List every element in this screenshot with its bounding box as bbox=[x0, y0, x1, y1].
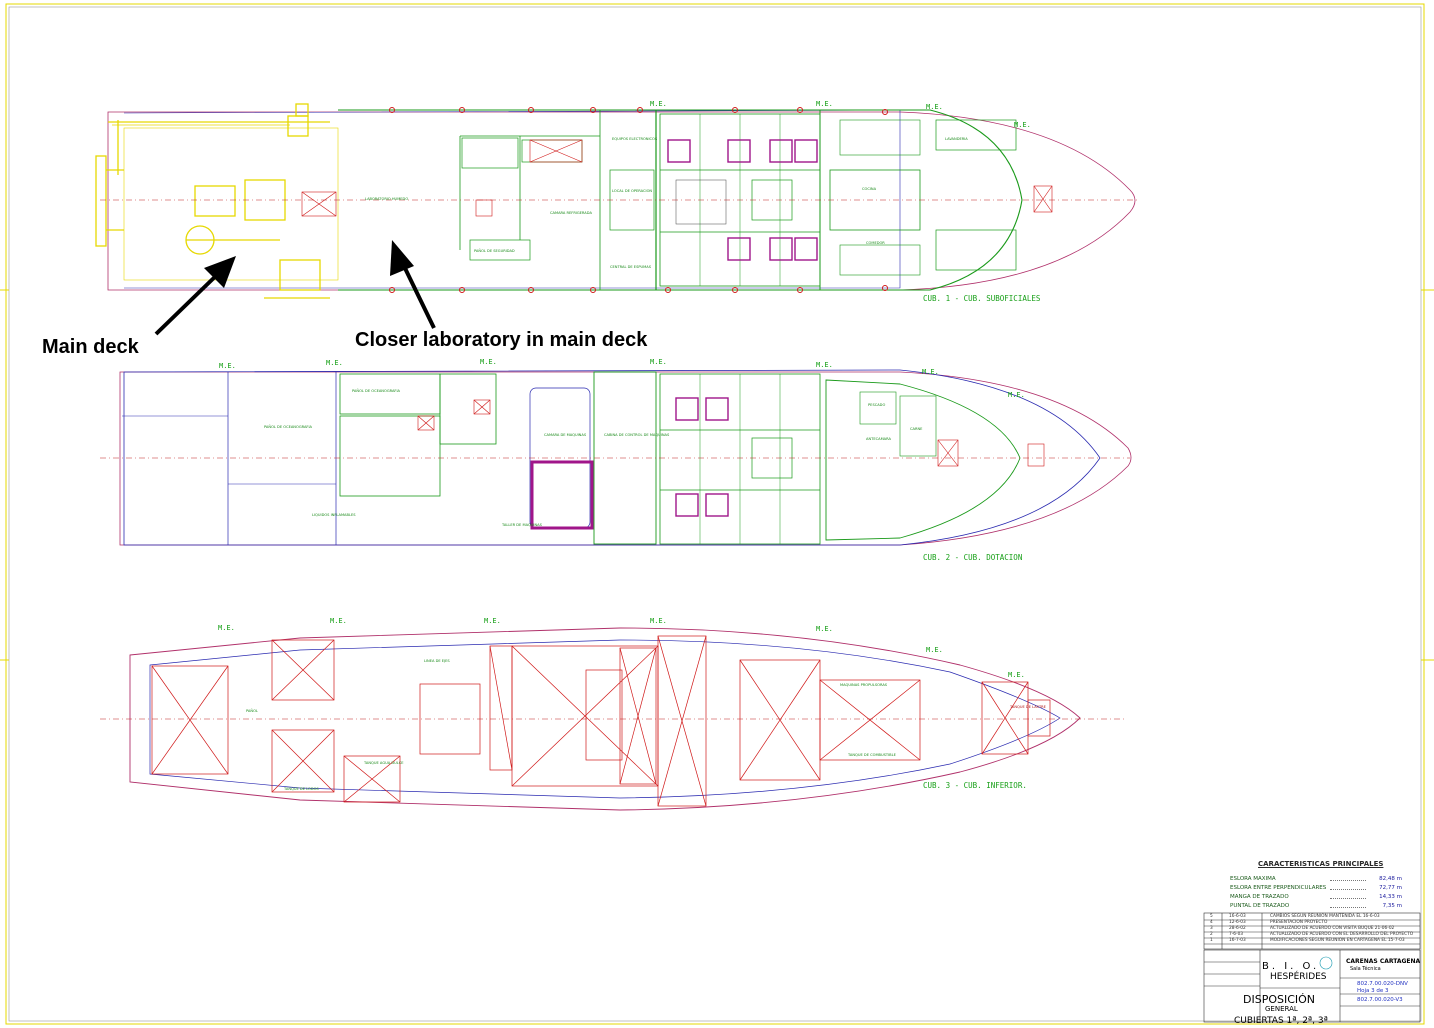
me-marker: M.E. bbox=[480, 358, 497, 366]
me-marker: M.E. bbox=[816, 625, 833, 633]
deck-3-caption: CUB. 3 - CUB. INFERIOR. bbox=[923, 781, 1027, 790]
room-label: LABORATORIO HUMEDO bbox=[365, 197, 408, 201]
ship-type: B. I. O. bbox=[1262, 961, 1320, 972]
closer-lab-annotation: Closer laboratory in main deck bbox=[355, 329, 648, 351]
me-marker: M.E. bbox=[219, 362, 236, 370]
spec-value: 14,33 m bbox=[1379, 894, 1402, 900]
room-label: TANQUE DE LODOS bbox=[283, 787, 319, 791]
me-marker: M.E. bbox=[1008, 391, 1025, 399]
room-label: LINEA DE EJES bbox=[424, 659, 450, 663]
room-label: LOCAL DE OPERACION bbox=[612, 189, 652, 193]
deck-2-cabins bbox=[659, 373, 821, 545]
room-label: PAÑOL DE OCEANOGRAFIA bbox=[264, 424, 313, 429]
organization-name: CARENAS CARTAGENA bbox=[1346, 958, 1421, 965]
me-marker: M.E. bbox=[330, 617, 347, 625]
specs-heading: CARACTERISTICAS PRINCIPALES bbox=[1258, 860, 1384, 868]
revision-text: ACTUALIZADO DE ACUERDO CON VISITA BUQUE … bbox=[1270, 926, 1395, 931]
room-label: TALLER DE MAQUINAS bbox=[501, 523, 543, 527]
deck-2-caption: CUB. 2 - CUB. DOTACION bbox=[923, 553, 1023, 562]
room-label: PAÑOL DE SEGURIDAD bbox=[474, 248, 515, 253]
revision-text: ACTUALIZADO DE ACUERDO CON EL DESARROLLO… bbox=[1270, 932, 1414, 937]
drawing-decks: CUBIERTAS 1ª, 2ª, 3ª bbox=[1234, 1016, 1328, 1026]
sheet-frame bbox=[0, 3, 1434, 1025]
spec-row: MANGA DE TRAZADO 14,33 m bbox=[1230, 894, 1402, 900]
me-marker: M.E. bbox=[650, 358, 667, 366]
me-marker: M.E. bbox=[326, 359, 343, 367]
spec-label: ESLORA MAXIMA bbox=[1230, 876, 1276, 882]
room-label: LIQUIDOS INFLAMABLES bbox=[312, 513, 356, 517]
room-label: TANQUE DE COMBUSTIBLE bbox=[847, 753, 897, 757]
room-label: CENTRAL DE ESPUMAS bbox=[610, 265, 652, 269]
room-label: TANQUE DE LASTRE bbox=[1009, 705, 1047, 709]
me-marker: M.E. bbox=[926, 646, 943, 654]
room-label: MAQUINAS PROPULSORAS bbox=[840, 683, 888, 687]
spec-value: 72,77 m bbox=[1379, 885, 1402, 891]
me-marker: M.E. bbox=[650, 100, 667, 108]
revision-text: PRESENTACION PROYECTO bbox=[1270, 920, 1328, 925]
revision-date: 28-6-02 bbox=[1229, 926, 1246, 931]
revision-date: 16-6-03 bbox=[1229, 914, 1246, 919]
spec-value: 7,35 m bbox=[1382, 903, 1402, 909]
room-label: CAMARA DE MAQUINAS bbox=[544, 433, 587, 437]
revision-number: 3 bbox=[1210, 926, 1213, 931]
me-marker: M.E. bbox=[484, 617, 501, 625]
deck-1-caption: CUB. 1 - CUB. SUBOFICIALES bbox=[923, 294, 1041, 303]
revision-date: 16-7-03 bbox=[1229, 938, 1246, 943]
sheet-number: Hoja 3 de 3 bbox=[1357, 988, 1389, 994]
ship-name: HESPÉRIDES bbox=[1270, 972, 1327, 982]
revision-number: 5 bbox=[1210, 914, 1213, 919]
revision-text: CAMBIOS SEGUN REUNION MANTENIDA EL 16-6-… bbox=[1270, 914, 1380, 919]
spec-value: 82,48 m bbox=[1379, 876, 1402, 882]
revision-date: 7-6-03 bbox=[1229, 932, 1244, 937]
revision-number: 4 bbox=[1210, 920, 1213, 925]
room-label: PAÑOL DE OCEANOGRAFIA bbox=[352, 388, 401, 393]
deck-2-plan: PAÑOL DE OCEANOGRAFIA CAMARA DE MAQUINAS… bbox=[100, 369, 1132, 546]
deck-3-room-labels: PAÑOL LINEA DE EJES TANQUE DE LASTRE TAN… bbox=[246, 659, 1047, 791]
revision-number: 1 bbox=[1210, 938, 1213, 943]
me-marker: M.E. bbox=[1008, 671, 1025, 679]
me-marker: M.E. bbox=[816, 361, 833, 369]
spec-label: PUNTAL DE TRAZADO bbox=[1230, 903, 1290, 909]
room-label: COCINA bbox=[862, 187, 877, 191]
me-marker: M.E. bbox=[926, 103, 943, 111]
me-marker: M.E. bbox=[816, 100, 833, 108]
room-label: EQUIPOS ELECTRONICOS bbox=[612, 137, 658, 141]
drawing-sheet: LABORATORIO HUMEDO LOCAL DE OPERACION CE… bbox=[0, 3, 1434, 1025]
room-label: CAMARA REFRIGERADA bbox=[550, 211, 592, 215]
room-label: LAVANDERIA bbox=[945, 137, 968, 141]
spec-label: ESLORA ENTRE PERPENDICULARES bbox=[1230, 885, 1327, 891]
me-marker: M.E. bbox=[922, 368, 939, 376]
me-marker: M.E. bbox=[218, 624, 235, 632]
room-label: CABINA DE CONTROL DE MAQUINAS bbox=[604, 433, 670, 437]
room-label: CARNE bbox=[910, 427, 923, 431]
drawing-subtitle: GENERAL bbox=[1265, 1005, 1298, 1013]
room-label: PAÑOL bbox=[246, 708, 258, 713]
spec-row: ESLORA MAXIMA 82,48 m bbox=[1230, 876, 1402, 882]
spec-label: MANGA DE TRAZADO bbox=[1230, 894, 1289, 900]
spec-row: ESLORA ENTRE PERPENDICULARES 72,77 m bbox=[1230, 885, 1402, 891]
spec-row: PUNTAL DE TRAZADO 7,35 m bbox=[1230, 903, 1402, 909]
supersedes-number: 802.7.00.020-V3 bbox=[1357, 997, 1403, 1003]
revision-date: 12-6-03 bbox=[1229, 920, 1246, 925]
revision-number: 2 bbox=[1210, 932, 1213, 937]
room-label: COMEDOR bbox=[866, 241, 885, 245]
room-label: PESCADO bbox=[868, 403, 885, 407]
me-marker: M.E. bbox=[1014, 121, 1031, 129]
main-deck-annotation: Main deck bbox=[42, 336, 139, 358]
room-label: TANQUE AGUA DULCE bbox=[363, 761, 404, 765]
drawing-number: 802.7.00.020-DNV bbox=[1357, 981, 1408, 987]
me-marker: M.E. bbox=[650, 617, 667, 625]
deck-1-plan: LABORATORIO HUMEDO LOCAL DE OPERACION CE… bbox=[95, 103, 1140, 299]
revision-text: MODIFICACIONES SEGUN REUNION EN CARTAGEN… bbox=[1270, 938, 1405, 943]
deck-1-room-labels: LABORATORIO HUMEDO LOCAL DE OPERACION CE… bbox=[365, 137, 968, 269]
room-label: ANTECAMARA bbox=[866, 437, 891, 441]
organization-sub: Sala Técnica bbox=[1350, 966, 1381, 972]
